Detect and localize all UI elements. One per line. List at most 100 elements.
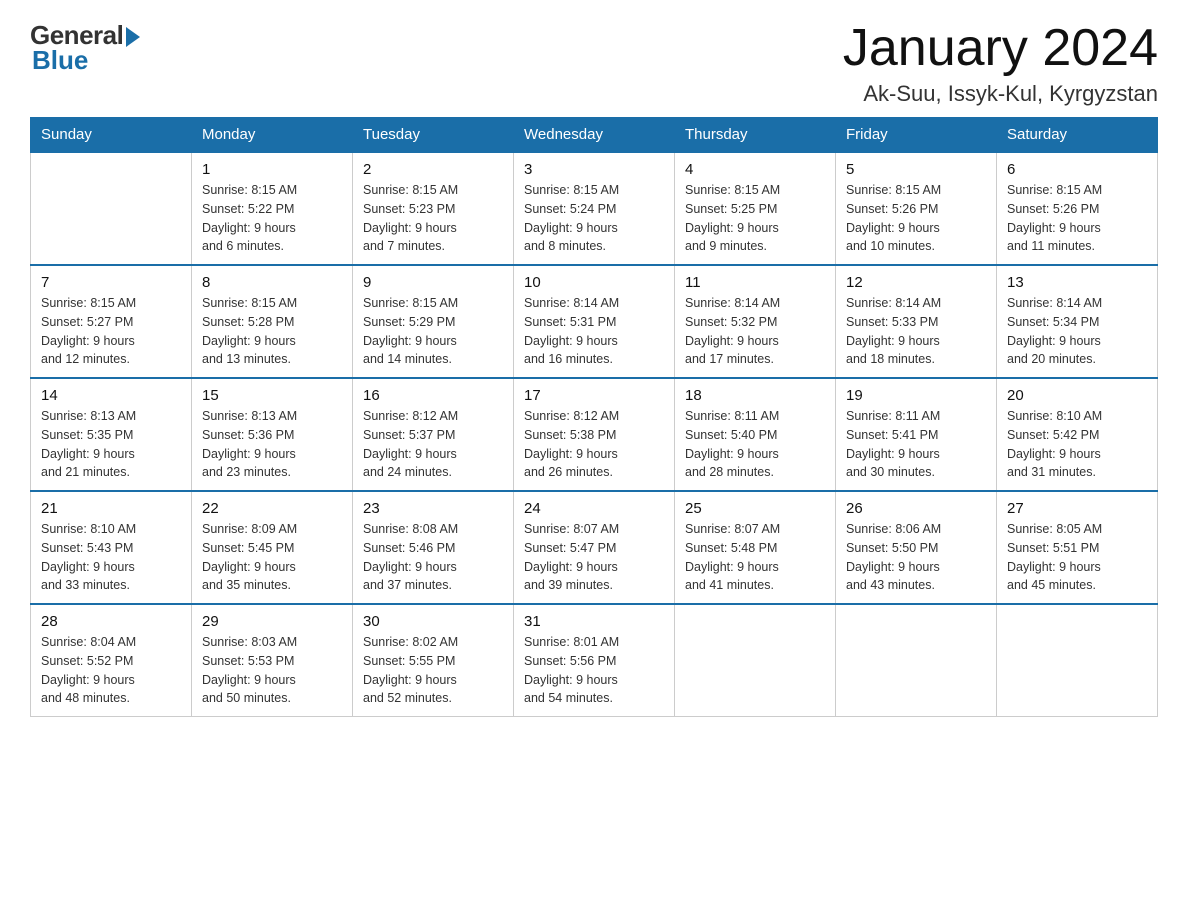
day-info: Sunrise: 8:10 AMSunset: 5:43 PMDaylight:…: [41, 520, 181, 595]
calendar-day-31: 31 Sunrise: 8:01 AMSunset: 5:56 PMDayligh…: [514, 604, 675, 717]
day-info: Sunrise: 8:07 AMSunset: 5:48 PMDaylight:…: [685, 520, 825, 595]
calendar-week-1: 1Sunrise: 8:15 AMSunset: 5:22 PMDaylight…: [31, 152, 1158, 265]
day-info: Sunrise: 8:12 AMSunset: 5:37 PMDaylight:…: [363, 407, 503, 482]
day-number: 10: [524, 274, 664, 291]
calendar-day-10: 10 Sunrise: 8:14 AMSunset: 5:31 PMDayligh…: [514, 265, 675, 378]
day-number: 22: [202, 500, 342, 517]
calendar-week-5: 28 Sunrise: 8:04 AMSunset: 5:52 PMDayligh…: [31, 604, 1158, 717]
calendar-day-20: 20 Sunrise: 8:10 AMSunset: 5:42 PMDayligh…: [997, 378, 1158, 491]
weekday-header-wednesday: Wednesday: [514, 118, 675, 153]
weekday-header-sunday: Sunday: [31, 118, 192, 153]
day-number: 31: [524, 613, 664, 630]
weekday-header-saturday: Saturday: [997, 118, 1158, 153]
day-info: Sunrise: 8:09 AMSunset: 5:45 PMDaylight:…: [202, 520, 342, 595]
day-info: Sunrise: 8:15 AMSunset: 5:27 PMDaylight:…: [41, 294, 181, 369]
calendar-day-7: 7 Sunrise: 8:15 AMSunset: 5:27 PMDaylight…: [31, 265, 192, 378]
page-header: General Blue January 2024 Ak-Suu, Issyk-…: [30, 20, 1158, 107]
logo-triangle-icon: [126, 27, 140, 47]
calendar-day-empty: [997, 604, 1158, 717]
weekday-header-thursday: Thursday: [675, 118, 836, 153]
calendar-day-28: 28 Sunrise: 8:04 AMSunset: 5:52 PMDayligh…: [31, 604, 192, 717]
day-number: 2: [363, 161, 503, 178]
day-info: Sunrise: 8:14 AMSunset: 5:32 PMDaylight:…: [685, 294, 825, 369]
calendar-day-24: 24 Sunrise: 8:07 AMSunset: 5:47 PMDayligh…: [514, 491, 675, 604]
calendar-day-2: 2 Sunrise: 8:15 AMSunset: 5:23 PMDaylight…: [353, 152, 514, 265]
day-info: Sunrise: 8:01 AMSunset: 5:56 PMDaylight:…: [524, 633, 664, 708]
calendar-day-9: 9Sunrise: 8:15 AMSunset: 5:29 PMDaylight…: [353, 265, 514, 378]
calendar-day-19: 19Sunrise: 8:11 AMSunset: 5:41 PMDayligh…: [836, 378, 997, 491]
weekday-header-friday: Friday: [836, 118, 997, 153]
day-info: Sunrise: 8:15 AMSunset: 5:26 PMDaylight:…: [1007, 181, 1147, 256]
calendar-day-1: 1Sunrise: 8:15 AMSunset: 5:22 PMDaylight…: [192, 152, 353, 265]
calendar-day-26: 26Sunrise: 8:06 AMSunset: 5:50 PMDayligh…: [836, 491, 997, 604]
day-info: Sunrise: 8:15 AMSunset: 5:23 PMDaylight:…: [363, 181, 503, 256]
day-number: 30: [363, 613, 503, 630]
day-info: Sunrise: 8:10 AMSunset: 5:42 PMDaylight:…: [1007, 407, 1147, 482]
day-number: 7: [41, 274, 181, 291]
day-number: 14: [41, 387, 181, 404]
day-number: 20: [1007, 387, 1147, 404]
calendar-day-11: 11 Sunrise: 8:14 AMSunset: 5:32 PMDayligh…: [675, 265, 836, 378]
calendar-day-21: 21 Sunrise: 8:10 AMSunset: 5:43 PMDayligh…: [31, 491, 192, 604]
calendar-day-30: 30 Sunrise: 8:02 AMSunset: 5:55 PMDayligh…: [353, 604, 514, 717]
calendar-day-5: 5 Sunrise: 8:15 AMSunset: 5:26 PMDaylight…: [836, 152, 997, 265]
day-info: Sunrise: 8:15 AMSunset: 5:26 PMDaylight:…: [846, 181, 986, 256]
day-number: 21: [41, 500, 181, 517]
location-title: Ak-Suu, Issyk-Kul, Kyrgyzstan: [843, 81, 1158, 107]
day-info: Sunrise: 8:14 AMSunset: 5:33 PMDaylight:…: [846, 294, 986, 369]
day-number: 5: [846, 161, 986, 178]
day-number: 6: [1007, 161, 1147, 178]
calendar-table: SundayMondayTuesdayWednesdayThursdayFrid…: [30, 117, 1158, 717]
day-info: Sunrise: 8:14 AMSunset: 5:31 PMDaylight:…: [524, 294, 664, 369]
day-number: 4: [685, 161, 825, 178]
day-number: 8: [202, 274, 342, 291]
calendar-day-25: 25 Sunrise: 8:07 AMSunset: 5:48 PMDayligh…: [675, 491, 836, 604]
day-info: Sunrise: 8:11 AMSunset: 5:41 PMDaylight:…: [846, 407, 986, 482]
day-number: 16: [363, 387, 503, 404]
day-number: 29: [202, 613, 342, 630]
day-number: 11: [685, 274, 825, 291]
day-info: Sunrise: 8:07 AMSunset: 5:47 PMDaylight:…: [524, 520, 664, 595]
day-number: 12: [846, 274, 986, 291]
day-number: 27: [1007, 500, 1147, 517]
day-info: Sunrise: 8:02 AMSunset: 5:55 PMDaylight:…: [363, 633, 503, 708]
day-number: 1: [202, 161, 342, 178]
calendar-day-22: 22 Sunrise: 8:09 AMSunset: 5:45 PMDayligh…: [192, 491, 353, 604]
day-number: 25: [685, 500, 825, 517]
day-number: 15: [202, 387, 342, 404]
weekday-header-monday: Monday: [192, 118, 353, 153]
calendar-day-12: 12 Sunrise: 8:14 AMSunset: 5:33 PMDayligh…: [836, 265, 997, 378]
day-info: Sunrise: 8:04 AMSunset: 5:52 PMDaylight:…: [41, 633, 181, 708]
calendar-day-6: 6 Sunrise: 8:15 AMSunset: 5:26 PMDaylight…: [997, 152, 1158, 265]
day-info: Sunrise: 8:14 AMSunset: 5:34 PMDaylight:…: [1007, 294, 1147, 369]
calendar-day-empty: [675, 604, 836, 717]
calendar-day-empty: [836, 604, 997, 717]
day-number: 9: [363, 274, 503, 291]
day-number: 24: [524, 500, 664, 517]
calendar-day-empty: [31, 152, 192, 265]
calendar-header-row: SundayMondayTuesdayWednesdayThursdayFrid…: [31, 118, 1158, 153]
calendar-day-4: 4 Sunrise: 8:15 AMSunset: 5:25 PMDaylight…: [675, 152, 836, 265]
calendar-day-8: 8 Sunrise: 8:15 AMSunset: 5:28 PMDaylight…: [192, 265, 353, 378]
day-info: Sunrise: 8:12 AMSunset: 5:38 PMDaylight:…: [524, 407, 664, 482]
calendar-day-23: 23 Sunrise: 8:08 AMSunset: 5:46 PMDayligh…: [353, 491, 514, 604]
day-number: 23: [363, 500, 503, 517]
day-info: Sunrise: 8:08 AMSunset: 5:46 PMDaylight:…: [363, 520, 503, 595]
day-number: 28: [41, 613, 181, 630]
calendar-week-4: 21 Sunrise: 8:10 AMSunset: 5:43 PMDayligh…: [31, 491, 1158, 604]
month-title: January 2024: [843, 20, 1158, 77]
calendar-week-2: 7 Sunrise: 8:15 AMSunset: 5:27 PMDaylight…: [31, 265, 1158, 378]
day-number: 26: [846, 500, 986, 517]
day-info: Sunrise: 8:15 AMSunset: 5:28 PMDaylight:…: [202, 294, 342, 369]
day-info: Sunrise: 8:15 AMSunset: 5:25 PMDaylight:…: [685, 181, 825, 256]
weekday-header-tuesday: Tuesday: [353, 118, 514, 153]
day-number: 3: [524, 161, 664, 178]
day-info: Sunrise: 8:05 AMSunset: 5:51 PMDaylight:…: [1007, 520, 1147, 595]
day-info: Sunrise: 8:03 AMSunset: 5:53 PMDaylight:…: [202, 633, 342, 708]
day-number: 13: [1007, 274, 1147, 291]
calendar-day-27: 27 Sunrise: 8:05 AMSunset: 5:51 PMDayligh…: [997, 491, 1158, 604]
calendar-day-16: 16 Sunrise: 8:12 AMSunset: 5:37 PMDayligh…: [353, 378, 514, 491]
day-info: Sunrise: 8:13 AMSunset: 5:35 PMDaylight:…: [41, 407, 181, 482]
calendar-day-3: 3Sunrise: 8:15 AMSunset: 5:24 PMDaylight…: [514, 152, 675, 265]
day-number: 17: [524, 387, 664, 404]
